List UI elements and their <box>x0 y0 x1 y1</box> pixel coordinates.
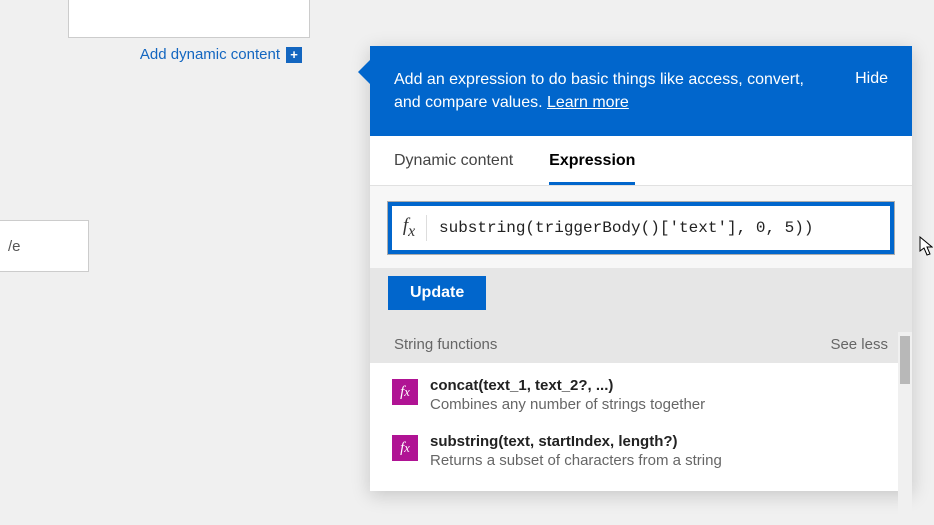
expression-bar-wrap: fx <box>370 186 912 268</box>
expression-bar: fx <box>388 202 894 254</box>
function-list: fx concat(text_1, text_2?, ...) Combines… <box>370 363 912 491</box>
section-title: String functions <box>394 336 497 353</box>
scrollbar[interactable] <box>898 332 912 522</box>
fx-icon: fx <box>392 215 427 241</box>
tab-expression[interactable]: Expression <box>549 152 635 185</box>
add-dynamic-content-link[interactable]: Add dynamic content + <box>140 46 302 63</box>
update-button[interactable]: Update <box>388 276 486 310</box>
function-text: substring(text, startIndex, length?) Ret… <box>430 433 722 469</box>
plus-icon: + <box>286 47 302 63</box>
update-bar: Update <box>370 268 912 326</box>
save-button-label-fragment: /e <box>8 238 21 255</box>
left-panel: Add dynamic content + /e <box>0 0 330 525</box>
function-signature: substring(text, startIndex, length?) <box>430 433 722 450</box>
tab-dynamic-content[interactable]: Dynamic content <box>394 152 513 185</box>
function-description: Returns a subset of characters from a st… <box>430 452 722 469</box>
expression-input[interactable] <box>427 219 890 237</box>
function-item-substring[interactable]: fx substring(text, startIndex, length?) … <box>388 423 894 479</box>
fx-badge-icon: fx <box>392 435 418 461</box>
save-button-fragment[interactable]: /e <box>0 220 89 272</box>
flyout-header: Add an expression to do basic things lik… <box>370 46 912 136</box>
section-header-string-functions: String functions See less <box>370 326 912 363</box>
function-signature: concat(text_1, text_2?, ...) <box>430 377 705 394</box>
expression-flyout: Add an expression to do basic things lik… <box>370 46 912 491</box>
flyout-pointer <box>358 58 372 86</box>
input-box-cutoff[interactable] <box>68 0 310 38</box>
function-text: concat(text_1, text_2?, ...) Combines an… <box>430 377 705 413</box>
cursor-icon <box>919 236 933 256</box>
function-item-concat[interactable]: fx concat(text_1, text_2?, ...) Combines… <box>388 367 894 423</box>
fx-badge-icon: fx <box>392 379 418 405</box>
learn-more-link[interactable]: Learn more <box>547 94 629 111</box>
add-dynamic-content-label: Add dynamic content <box>140 46 280 63</box>
function-description: Combines any number of strings together <box>430 396 705 413</box>
scrollbar-thumb[interactable] <box>900 336 910 384</box>
see-less-link[interactable]: See less <box>830 336 888 353</box>
hide-link[interactable]: Hide <box>855 70 888 88</box>
flyout-blurb: Add an expression to do basic things lik… <box>394 68 814 114</box>
flyout-tabs: Dynamic content Expression <box>370 136 912 186</box>
